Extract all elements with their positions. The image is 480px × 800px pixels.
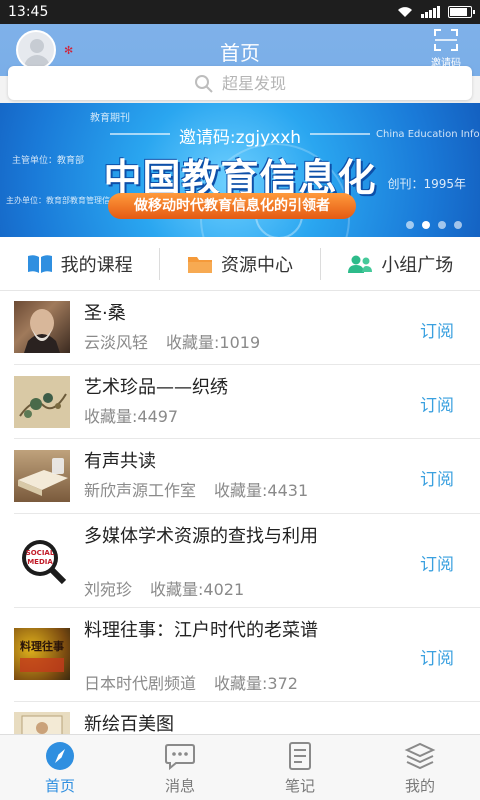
item-favorites: 收藏量:4021 — [150, 580, 245, 599]
banner-slogan: 做移动时代教育信息化的引领者 — [108, 193, 356, 219]
item-title: 圣·桑 — [84, 303, 126, 324]
list-item[interactable]: SOCIAL MEDIA 多媒体学术资源的查找与利用 刘宛珍 收藏量:4021 订… — [14, 514, 480, 608]
stack-icon — [404, 742, 436, 770]
item-title: 新绘百美图 — [84, 714, 174, 734]
banner-founded: 创刊：1995年 — [387, 177, 466, 191]
banner-dot[interactable] — [422, 221, 430, 229]
tab-notes[interactable]: 笔记 — [240, 735, 360, 800]
list-item[interactable]: 料理往事 料理往事：江户时代的老菜谱 日本时代剧频道 收藏量:372 订阅 — [14, 608, 480, 702]
invite-code-button[interactable]: 邀请码 — [426, 28, 466, 69]
item-author: 刘宛珍 — [84, 580, 133, 599]
banner-magazine-tag: 教育期刊 — [90, 113, 130, 124]
subscribe-button[interactable]: 订阅 — [420, 391, 454, 416]
item-thumbnail — [14, 376, 70, 428]
wifi-icon — [398, 7, 412, 17]
chat-bubble-icon — [165, 744, 195, 771]
search-bar[interactable]: 超星发现 — [8, 66, 472, 100]
subscribe-button[interactable]: 订阅 — [420, 317, 454, 342]
tab-label: 笔记 — [284, 777, 315, 795]
tab-label: 消息 — [164, 777, 195, 795]
nav-label: 我的课程 — [60, 254, 133, 276]
banner-invite-code: 邀请码:zgjyxxh — [178, 128, 302, 148]
list-item[interactable]: 圣·桑 云淡风轻 收藏量:1019 订阅 — [14, 291, 480, 365]
banner-dot[interactable] — [406, 221, 414, 229]
battery-icon — [448, 6, 475, 18]
thumb-food-text: 料理往事 — [20, 639, 64, 653]
status-bar: 13:45 — [0, 0, 480, 24]
nav-group-square[interactable]: 小组广场 — [319, 247, 480, 280]
banner-page-dots — [406, 221, 462, 229]
status-time: 13:45 — [8, 4, 49, 20]
list-item[interactable]: 有声共读 新欣声源工作室 收藏量:4431 订阅 — [14, 439, 480, 514]
tab-label: 我的 — [404, 777, 435, 795]
quick-nav: 我的课程 资源中心 小组广场 — [0, 237, 480, 291]
tab-home[interactable]: 首页 — [0, 735, 120, 800]
banner-organizer: 主管单位：教育部 — [12, 156, 85, 166]
subscription-list: 圣·桑 云淡风轻 收藏量:1019 订阅 艺术珍品——织绣 收藏量:4497 订阅 — [0, 291, 480, 734]
item-title: 料理往事：江户时代的老菜谱 — [84, 620, 318, 641]
item-thumbnail — [14, 301, 70, 353]
item-favorites: 收藏量:372 — [214, 674, 298, 693]
notebook-icon — [289, 742, 311, 770]
subscribe-button[interactable]: 订阅 — [420, 644, 454, 669]
search-placeholder: 超星发现 — [221, 74, 286, 93]
list-item[interactable]: 新绘百美图 — [14, 702, 480, 734]
nav-my-courses[interactable]: 我的课程 — [0, 248, 159, 280]
item-thumbnail — [14, 450, 70, 502]
bottom-tab-bar: 首页 消息 笔记 我的 — [0, 734, 480, 800]
item-thumbnail: SOCIAL MEDIA — [14, 534, 70, 586]
item-title: 有声共读 — [84, 451, 156, 472]
nav-label: 资源中心 — [220, 254, 293, 276]
book-icon — [27, 254, 52, 273]
scan-icon — [434, 29, 458, 51]
item-favorites: 收藏量:4497 — [84, 407, 179, 426]
banner-english-name: China Education Info — [376, 129, 480, 140]
item-author: 云淡风轻 — [84, 333, 149, 352]
thumb-media-text: MEDIA — [27, 558, 53, 566]
folder-icon — [187, 256, 212, 273]
search-icon — [194, 75, 213, 93]
subscribe-button[interactable]: 订阅 — [420, 465, 454, 490]
item-author: 日本时代剧频道 — [84, 674, 197, 693]
item-favorites: 收藏量:4431 — [214, 481, 309, 500]
banner-dot[interactable] — [454, 221, 462, 229]
item-author: 新欣声源工作室 — [84, 481, 197, 500]
compass-icon — [46, 742, 74, 770]
list-item[interactable]: 艺术珍品——织绣 收藏量:4497 订阅 — [14, 365, 480, 439]
item-title: 多媒体学术资源的查找与利用 — [84, 526, 318, 547]
group-icon — [348, 255, 373, 273]
tab-profile[interactable]: 我的 — [360, 735, 480, 800]
item-favorites: 收藏量:1019 — [166, 333, 261, 352]
signal-icon — [421, 6, 440, 18]
page-title: 首页 — [220, 41, 260, 65]
item-thumbnail — [14, 712, 70, 734]
app-root: 13:45 ✻ 首页 邀请码 超星发现 教育期刊 主管单位：教育部 主办单位：教… — [0, 0, 480, 800]
banner-dot[interactable] — [438, 221, 446, 229]
tab-messages[interactable]: 消息 — [120, 735, 240, 800]
thumb-social-text: SOCIAL — [26, 549, 55, 557]
item-title: 艺术珍品——织绣 — [84, 377, 228, 398]
tab-label: 首页 — [44, 777, 75, 795]
promo-banner[interactable]: 教育期刊 主管单位：教育部 主办单位：教育部教育管理信息中心 China Edu… — [0, 103, 480, 237]
nav-resource-center[interactable]: 资源中心 — [159, 247, 319, 280]
nav-label: 小组广场 — [381, 254, 454, 276]
subscribe-button[interactable]: 订阅 — [420, 550, 454, 575]
item-thumbnail: 料理往事 — [14, 628, 70, 680]
